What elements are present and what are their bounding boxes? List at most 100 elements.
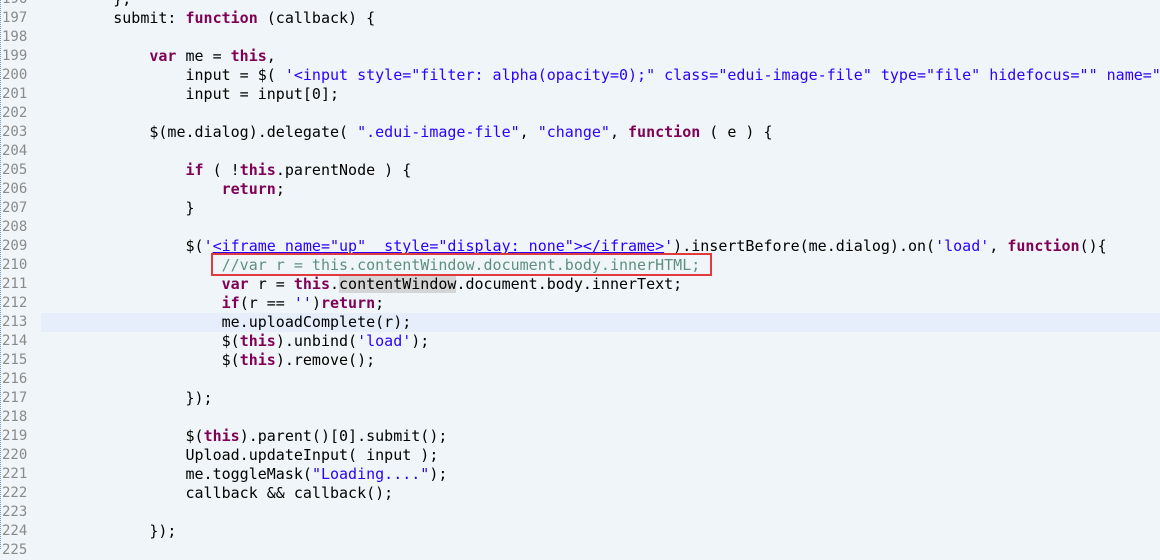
code-line[interactable]: 214 $(this).unbind('load');: [0, 332, 1160, 351]
code-line[interactable]: 224 });: [0, 522, 1160, 541]
code-line[interactable]: 212 if(r == '')return;: [0, 294, 1160, 313]
code-line[interactable]: 199 var me = this,: [0, 47, 1160, 66]
code-token: callback && callback();: [41, 484, 394, 502]
line-number: 212: [2, 295, 28, 311]
code-token: ;: [375, 294, 385, 312]
code-token: ).remove();: [275, 351, 376, 369]
code-line[interactable]: 204: [0, 142, 1160, 161]
line-code[interactable]: [41, 218, 1160, 237]
line-number: 201: [2, 86, 28, 102]
code-line[interactable]: 217 });: [0, 389, 1160, 408]
line-code[interactable]: [41, 503, 1160, 522]
highlighted-token: contentWindow: [339, 275, 457, 293]
line-code[interactable]: input = input[0];: [41, 85, 1160, 104]
line-code[interactable]: };: [41, 0, 1160, 9]
code-token: Upload.updateInput( input );: [41, 446, 439, 464]
code-line[interactable]: 218: [0, 408, 1160, 427]
line-code[interactable]: me.toggleMask("Loading....");: [41, 465, 1160, 484]
line-code[interactable]: $(this).unbind('load');: [41, 332, 1160, 351]
code-line[interactable]: 198: [0, 28, 1160, 47]
code-line[interactable]: 208: [0, 218, 1160, 237]
code-line[interactable]: 201 input = input[0];: [0, 85, 1160, 104]
code-line[interactable]: 202: [0, 104, 1160, 123]
line-code[interactable]: [41, 142, 1160, 161]
line-number: 216: [2, 371, 28, 387]
line-number: 224: [2, 523, 28, 539]
code-line[interactable]: 221 me.toggleMask("Loading....");: [0, 465, 1160, 484]
line-number: 210: [2, 257, 28, 273]
code-token: ( !: [203, 161, 240, 179]
line-code[interactable]: [41, 541, 1160, 560]
code-token: (){: [1079, 237, 1107, 255]
line-number: 199: [2, 48, 28, 64]
line-number: 208: [2, 219, 28, 235]
line-code[interactable]: [41, 370, 1160, 389]
line-number: 214: [2, 333, 28, 349]
line-number: 202: [2, 105, 28, 121]
code-line[interactable]: 216: [0, 370, 1160, 389]
line-code[interactable]: callback && callback();: [41, 484, 1160, 503]
code-line[interactable]: 215 $(this).remove();: [0, 351, 1160, 370]
code-line[interactable]: 223: [0, 503, 1160, 522]
code-token: ;: [275, 180, 285, 198]
code-token: me.toggleMask(: [41, 465, 312, 483]
code-token: input = input[0];: [41, 85, 340, 103]
code-line[interactable]: 203 $(me.dialog).delegate( ".edui-image-…: [0, 123, 1160, 142]
line-code[interactable]: return;: [41, 180, 1160, 199]
line-code[interactable]: if(r == '')return;: [41, 294, 1160, 313]
keyword-token: this: [239, 351, 276, 369]
keyword-token: this: [230, 47, 267, 65]
line-code[interactable]: var r = this.contentWindow.document.body…: [41, 275, 1160, 294]
line-code[interactable]: });: [41, 389, 1160, 408]
code-token: ,: [989, 237, 1008, 255]
line-code[interactable]: [41, 408, 1160, 427]
keyword-token: this: [203, 427, 240, 445]
line-code[interactable]: [41, 104, 1160, 123]
line-code[interactable]: $(this).parent()[0].submit();: [41, 427, 1160, 446]
line-code[interactable]: me.uploadComplete(r);: [41, 313, 1160, 332]
code-token: me =: [176, 47, 231, 65]
line-number: 196: [2, 0, 36, 9]
code-token: });: [41, 389, 213, 407]
line-number: 200: [2, 67, 28, 83]
code-token: );: [429, 465, 448, 483]
code-line[interactable]: 205 if ( !this.parentNode ) {: [0, 161, 1160, 180]
line-code[interactable]: input = $( '<input style="filter: alpha(…: [41, 66, 1160, 85]
highlight-box: [211, 253, 712, 276]
code-line[interactable]: 200 input = $( '<input style="filter: al…: [0, 66, 1160, 85]
code-line[interactable]: 213 me.uploadComplete(r);: [0, 313, 1160, 332]
line-number: 219: [2, 428, 28, 444]
code-token: submit:: [41, 9, 186, 27]
line-code[interactable]: if ( !this.parentNode ) {: [41, 161, 1160, 180]
line-code[interactable]: $(this).remove();: [41, 351, 1160, 370]
code-line[interactable]: 197 submit: function (callback) {: [0, 9, 1160, 28]
code-line[interactable]: 225: [0, 541, 1160, 560]
code-token: $(me.dialog).delegate(: [41, 123, 358, 141]
line-code[interactable]: $(me.dialog).delegate( ".edui-image-file…: [41, 123, 1160, 142]
line-number: 197: [2, 10, 28, 26]
keyword-token: function: [628, 123, 701, 141]
code-line[interactable]: 220 Upload.updateInput( input );: [0, 446, 1160, 465]
code-token: $(: [41, 237, 204, 255]
code-line[interactable]: 222 callback && callback();: [0, 484, 1160, 503]
line-code[interactable]: }: [41, 199, 1160, 218]
line-number: 205: [2, 162, 28, 178]
line-code[interactable]: });: [41, 522, 1160, 541]
code-token: .document.body.innerText;: [456, 275, 683, 293]
code-token: (callback) {: [257, 9, 376, 27]
keyword-token: var: [149, 47, 177, 65]
code-line[interactable]: 207 }: [0, 199, 1160, 218]
code-line[interactable]: 219 $(this).parent()[0].submit();: [0, 427, 1160, 446]
line-code[interactable]: [41, 28, 1160, 47]
keyword-token: if: [185, 161, 204, 179]
code-line[interactable]: 196 };: [0, 0, 1160, 9]
code-token: input = $(: [41, 66, 285, 84]
string-token: '': [293, 294, 312, 312]
line-code[interactable]: var me = this,: [41, 47, 1160, 66]
line-code[interactable]: Upload.updateInput( input );: [41, 446, 1160, 465]
line-code[interactable]: submit: function (callback) {: [41, 9, 1160, 28]
code-token: ).unbind(: [275, 332, 358, 350]
code-line[interactable]: 211 var r = this.contentWindow.document.…: [0, 275, 1160, 294]
code-line[interactable]: 206 return;: [0, 180, 1160, 199]
code-editor[interactable]: 196 };197 submit: function (callback) {1…: [0, 0, 1160, 560]
